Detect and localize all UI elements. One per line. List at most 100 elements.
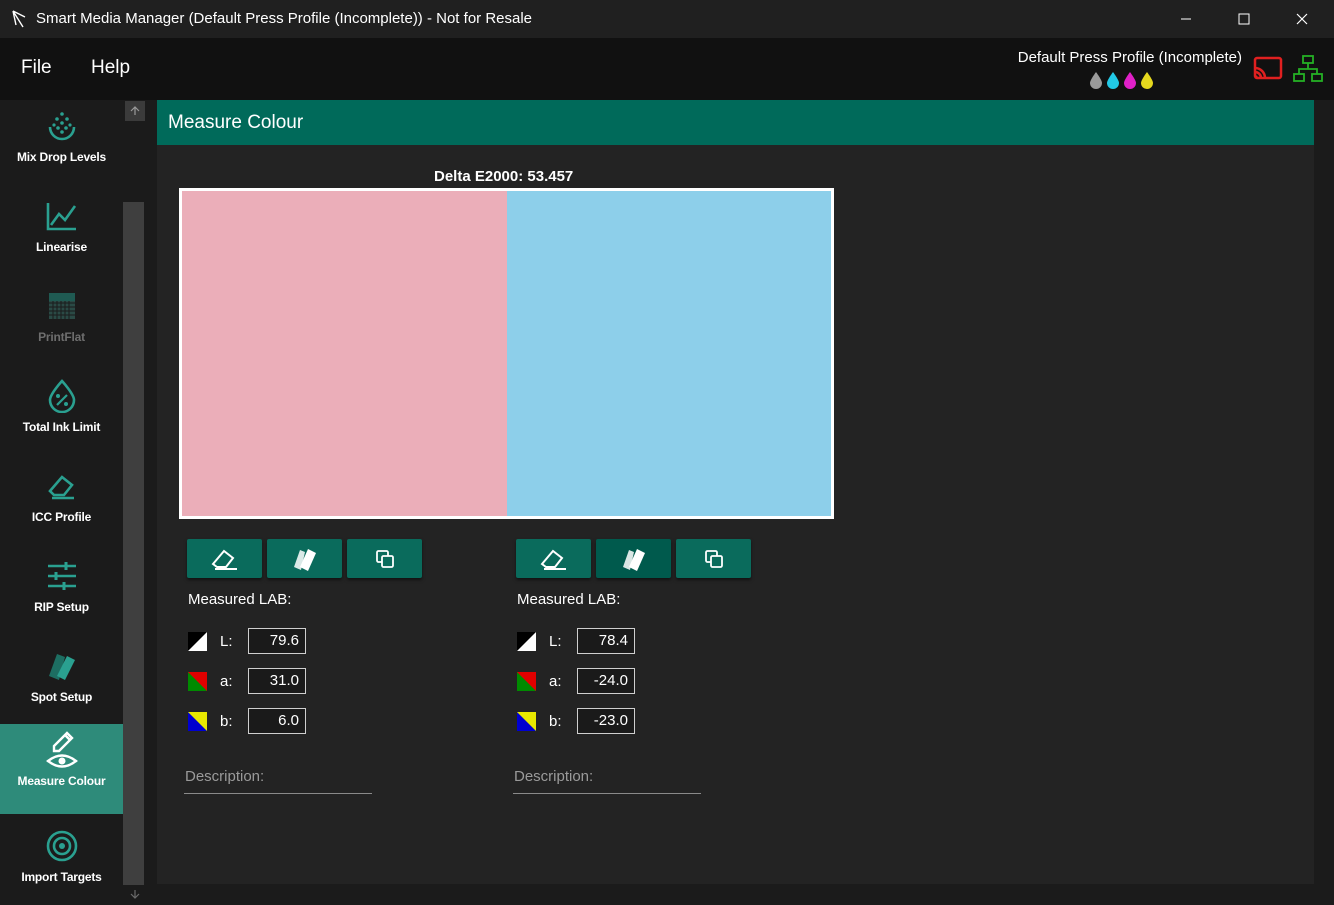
right-l-row: L: 78.4	[517, 628, 635, 654]
sidebar-item-spot-setup[interactable]: Spot Setup	[0, 640, 123, 730]
left-toolbar	[187, 539, 422, 578]
copy-left-button[interactable]	[347, 539, 422, 578]
maximize-icon	[1238, 13, 1250, 25]
a-label: a:	[549, 672, 562, 690]
close-icon	[1296, 13, 1308, 25]
spot-left-button[interactable]	[267, 539, 342, 578]
maximize-button[interactable]	[1215, 0, 1273, 38]
drops-icon	[44, 108, 80, 144]
ink-drop-icon	[1090, 72, 1102, 89]
left-description-field[interactable]: Description:	[184, 768, 372, 794]
swatch-book-icon	[293, 548, 316, 571]
sidebar-item-rip-setup[interactable]: RIP Setup	[0, 550, 123, 640]
ink-drops	[1089, 71, 1154, 89]
sidebar-item-printflat[interactable]: PrintFlat	[0, 280, 123, 370]
clear-right-button[interactable]	[516, 539, 591, 578]
target-icon	[44, 828, 80, 864]
right-l-field[interactable]: 78.4	[577, 628, 635, 654]
scroll-up-button[interactable]	[125, 101, 145, 121]
chart-line-icon	[44, 198, 80, 234]
delta-e-readout: Delta E2000: 53.457	[434, 168, 574, 185]
l-label: L:	[220, 632, 233, 650]
swatch-book-icon	[44, 648, 80, 684]
right-b-row: b: -23.0	[517, 708, 635, 734]
right-description-field[interactable]: Description:	[513, 768, 701, 794]
eyedropper-eye-icon	[44, 731, 80, 768]
sidebar-item-label: Total Ink Limit	[22, 420, 101, 434]
cast-icon[interactable]	[1253, 56, 1283, 80]
sidebar-item-total-ink-limit[interactable]: Total Ink Limit	[0, 370, 123, 460]
ink-drop-icon	[1107, 72, 1119, 89]
left-l-field[interactable]: 79.6	[248, 628, 306, 654]
sliders-icon	[44, 558, 80, 594]
right-a-field[interactable]: -24.0	[577, 668, 635, 694]
profile-name: Default Press Profile (Incomplete)	[1017, 49, 1242, 66]
blue-yellow-swatch-icon	[188, 711, 207, 731]
clear-left-button[interactable]	[187, 539, 262, 578]
ink-percent-icon	[44, 378, 80, 414]
left-a-row: a: 31.0	[188, 668, 306, 694]
menu-help[interactable]: Help	[91, 57, 130, 79]
sidebar-scrollbar[interactable]	[123, 100, 145, 905]
page-title: Measure Colour	[168, 112, 304, 133]
swatch-left	[182, 191, 507, 516]
sidebar-item-import-targets[interactable]: Import Targets	[0, 820, 123, 905]
left-b-field[interactable]: 6.0	[248, 708, 306, 734]
swatch-book-icon	[622, 548, 645, 571]
eraser-icon	[44, 468, 80, 504]
spot-right-button[interactable]	[596, 539, 671, 578]
sidebar-item-label: Linearise	[36, 240, 87, 254]
colour-comparison	[179, 188, 834, 519]
copy-icon	[704, 549, 723, 568]
swatch-right	[506, 191, 831, 516]
app-logo-icon	[12, 10, 26, 28]
eraser-icon	[540, 549, 566, 570]
b-label: b:	[549, 712, 562, 730]
sidebar-item-label: ICC Profile	[31, 510, 92, 524]
sidebar-item-mix-drop-levels[interactable]: Mix Drop Levels	[0, 100, 123, 190]
l-label: L:	[549, 632, 562, 650]
scroll-down-button[interactable]	[125, 884, 145, 904]
lightness-swatch-icon	[517, 631, 536, 651]
measure-colour-panel: Measure Colour Delta E2000: 53.457 Measu…	[157, 100, 1314, 884]
sidebar-item-linearise[interactable]: Linearise	[0, 190, 123, 280]
left-l-row: L: 79.6	[188, 628, 306, 654]
sidebar-item-icc-profile[interactable]: ICC Profile	[0, 460, 123, 550]
sidebar-item-measure-colour[interactable]: Measure Colour	[0, 724, 123, 814]
copy-icon	[375, 549, 394, 568]
scroll-thumb[interactable]	[123, 202, 144, 885]
sidebar-item-label: PrintFlat	[38, 330, 85, 344]
lightness-swatch-icon	[188, 631, 207, 651]
red-green-swatch-icon	[188, 671, 207, 691]
copy-right-button[interactable]	[676, 539, 751, 578]
arrow-down-icon	[130, 890, 140, 899]
red-green-swatch-icon	[517, 671, 536, 691]
arrow-up-icon	[130, 106, 140, 115]
title-bar: Smart Media Manager (Default Press Profi…	[0, 0, 1334, 38]
grid-pattern-icon	[44, 288, 80, 324]
sidebar: Mix Drop Levels Linearise PrintFlat Tota…	[0, 100, 123, 905]
menu-file[interactable]: File	[21, 57, 52, 79]
sidebar-item-label: Import Targets	[21, 870, 102, 884]
right-toolbar	[516, 539, 751, 578]
ink-drop-icon	[1141, 72, 1153, 89]
sidebar-item-label: Measure Colour	[17, 774, 106, 788]
sidebar-item-label: Mix Drop Levels	[16, 150, 107, 164]
network-icon[interactable]	[1292, 54, 1324, 84]
left-a-field[interactable]: 31.0	[248, 668, 306, 694]
right-measured-lab-label: Measured LAB:	[517, 591, 621, 608]
ink-drop-icon	[1124, 72, 1136, 89]
blue-yellow-swatch-icon	[517, 711, 536, 731]
right-b-field[interactable]: -23.0	[577, 708, 635, 734]
window-title: Smart Media Manager (Default Press Profi…	[36, 10, 533, 27]
close-button[interactable]	[1273, 0, 1331, 38]
right-a-row: a: -24.0	[517, 668, 635, 694]
b-label: b:	[220, 712, 233, 730]
left-b-row: b: 6.0	[188, 708, 306, 734]
sidebar-item-label: RIP Setup	[34, 600, 89, 614]
menu-bar: File Help Default Press Profile (Incompl…	[0, 38, 1334, 100]
panel-header: Measure Colour	[157, 100, 1314, 145]
minimize-icon	[1181, 18, 1191, 20]
sidebar-item-label: Spot Setup	[30, 690, 93, 704]
minimize-button[interactable]	[1157, 0, 1215, 38]
